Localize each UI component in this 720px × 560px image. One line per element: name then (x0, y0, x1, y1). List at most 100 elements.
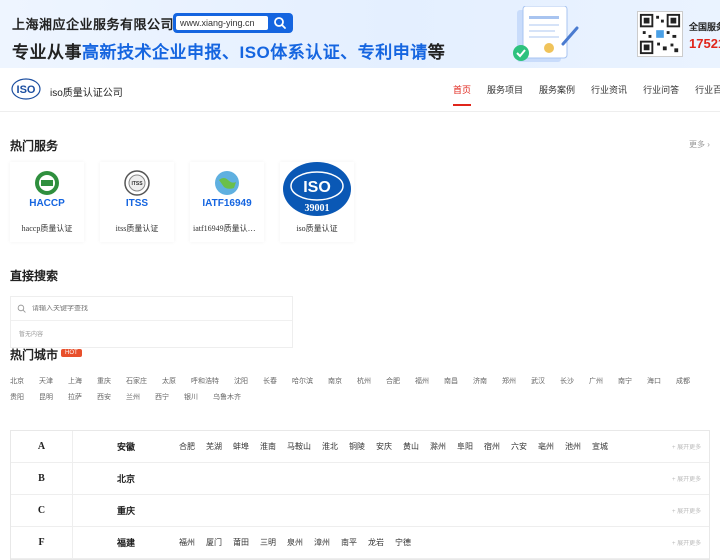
city-link[interactable]: 银川 (184, 392, 198, 402)
banner-url-box[interactable]: www.xiang-ying.cn (173, 13, 293, 33)
expand-more-button[interactable]: + 展开更多 (672, 442, 701, 451)
city-link[interactable]: 泉州 (287, 537, 303, 548)
service-caption[interactable]: haccp质量认证 (10, 216, 84, 242)
service-card-iso[interactable]: ISO 39001 iso质量认证 (280, 162, 354, 242)
chevron-right-icon: › (707, 140, 710, 149)
search-empty-text: 暂无内容 (19, 332, 44, 338)
city-link[interactable]: 呼和浩特 (191, 376, 219, 386)
city-link[interactable]: 杭州 (357, 376, 371, 386)
city-link[interactable]: 西宁 (155, 392, 169, 402)
city-link[interactable]: 成都 (676, 376, 690, 386)
city-link[interactable]: 贵阳 (10, 392, 24, 402)
city-link[interactable]: 石家庄 (126, 376, 147, 386)
city-link[interactable]: 南平 (341, 537, 357, 548)
city-link[interactable]: 莆田 (233, 537, 249, 548)
service-caption[interactable]: itss质量认证 (100, 216, 174, 242)
banner-url: www.xiang-ying.cn (176, 16, 268, 30)
city-link[interactable]: 北京 (10, 376, 24, 386)
hot-services-cards: HACCP haccp质量认证 ITSS ITSS itss质量认证 IATF1… (10, 162, 354, 242)
city-link[interactable]: 福州 (179, 537, 195, 548)
city-link[interactable]: 蚌埠 (233, 441, 249, 452)
site-name[interactable]: iso质量认证公司 (50, 84, 123, 99)
city-link[interactable]: 长春 (263, 376, 277, 386)
row-letter: F (11, 527, 73, 558)
city-link[interactable]: 上海 (68, 376, 82, 386)
nav-item-news[interactable]: 行业资讯 (591, 83, 627, 96)
hot-city-list: 北京 天津 上海 重庆 石家庄 太原 呼和浩特 沈阳 长春 哈尔滨 南京 杭州 合肥 福州 南昌 济南 郑州 武汉… (10, 376, 710, 402)
city-link[interactable]: 合肥 (179, 441, 195, 452)
nav-item-cases[interactable]: 服务案例 (539, 83, 575, 96)
city-link[interactable]: 哈尔滨 (292, 376, 313, 386)
city-link[interactable]: 漳州 (314, 537, 330, 548)
city-link[interactable]: 黄山 (403, 441, 419, 452)
table-row: F 福建 福州 厦门 莆田 三明 泉州 漳州 南平 龙岩 宁德 + 展开更多 (11, 527, 709, 559)
row-letter: B (11, 463, 73, 494)
nav-item-qa[interactable]: 行业问答 (643, 83, 679, 96)
itss-emblem-text: ITSS (131, 181, 143, 187)
city-link[interactable]: 天津 (39, 376, 53, 386)
nav-item-home[interactable]: 首页 (453, 83, 472, 106)
city-link[interactable]: 淮北 (322, 441, 338, 452)
city-link[interactable]: 池州 (565, 441, 581, 452)
city-link[interactable]: 福州 (415, 376, 429, 386)
more-link[interactable]: 更多 › (689, 139, 710, 150)
city-link[interactable]: 西安 (97, 392, 111, 402)
province-link[interactable]: 福建 (117, 536, 135, 549)
city-link[interactable]: 海口 (647, 376, 661, 386)
city-link[interactable]: 昆明 (39, 392, 53, 402)
city-link[interactable]: 芜湖 (206, 441, 222, 452)
city-link[interactable]: 宣城 (592, 441, 608, 452)
city-link[interactable]: 合肥 (386, 376, 400, 386)
city-link[interactable]: 宁德 (395, 537, 411, 548)
service-caption[interactable]: iso质量认证 (280, 216, 354, 242)
city-link[interactable]: 龙岩 (368, 537, 384, 548)
province-city-list: 合肥 芜湖 蚌埠 淮南 马鞍山 淮北 铜陵 安庆 黄山 滁州 阜阳 宿州 六安 亳州 池州 宣城 (179, 441, 619, 452)
service-card-itss[interactable]: ITSS ITSS itss质量认证 (100, 162, 174, 242)
expand-more-button[interactable]: + 展开更多 (672, 538, 701, 547)
city-link[interactable]: 重庆 (97, 376, 111, 386)
city-link[interactable]: 沈阳 (234, 376, 248, 386)
city-link[interactable]: 拉萨 (68, 392, 82, 402)
banner-company-name: 上海湘应企业服务有限公司 (12, 17, 175, 32)
city-link[interactable]: 南昌 (444, 376, 458, 386)
service-card-iatf[interactable]: IATF16949 iatf16949质量认证... (190, 162, 264, 242)
city-link[interactable]: 南京 (328, 376, 342, 386)
service-thumb: ITSS ITSS (100, 162, 174, 216)
search-input[interactable] (32, 305, 272, 312)
search-icon (17, 304, 26, 313)
nav-item-wiki[interactable]: 行业百科 (695, 83, 720, 96)
city-link[interactable]: 兰州 (126, 392, 140, 402)
city-link[interactable]: 滁州 (430, 441, 446, 452)
province-link[interactable]: 北京 (117, 472, 135, 485)
top-banner: 上海湘应企业服务有限公司 www.xiang-ying.cn 专业从事高新技术企… (0, 0, 720, 68)
city-link[interactable]: 铜陵 (349, 441, 365, 452)
city-link[interactable]: 阜阳 (457, 441, 473, 452)
city-link[interactable]: 广州 (589, 376, 603, 386)
city-link[interactable]: 武汉 (531, 376, 545, 386)
city-link[interactable]: 长沙 (560, 376, 574, 386)
city-link[interactable]: 宿州 (484, 441, 500, 452)
city-link[interactable]: 亳州 (538, 441, 554, 452)
nav-menu: 首页 服务项目 服务案例 行业资讯 行业问答 行业百科 (453, 83, 720, 106)
province-link[interactable]: 重庆 (117, 504, 135, 517)
city-link[interactable]: 南宁 (618, 376, 632, 386)
expand-more-button[interactable]: + 展开更多 (672, 474, 701, 483)
city-link[interactable]: 厦门 (206, 537, 222, 548)
iso-logo-icon[interactable]: ISO (11, 78, 41, 100)
search-row (11, 297, 292, 321)
service-caption[interactable]: iatf16949质量认证... (190, 216, 264, 242)
city-link[interactable]: 郑州 (502, 376, 516, 386)
search-icon[interactable] (272, 15, 288, 31)
city-link[interactable]: 马鞍山 (287, 441, 311, 452)
city-link[interactable]: 淮南 (260, 441, 276, 452)
city-link[interactable]: 太原 (162, 376, 176, 386)
city-link[interactable]: 三明 (260, 537, 276, 548)
city-link[interactable]: 安庆 (376, 441, 392, 452)
expand-more-button[interactable]: + 展开更多 (672, 506, 701, 515)
city-link[interactable]: 六安 (511, 441, 527, 452)
nav-item-services[interactable]: 服务项目 (487, 83, 523, 96)
province-link[interactable]: 安徽 (117, 440, 135, 453)
service-card-haccp[interactable]: HACCP haccp质量认证 (10, 162, 84, 242)
city-link[interactable]: 济南 (473, 376, 487, 386)
city-link[interactable]: 乌鲁木齐 (213, 392, 241, 402)
